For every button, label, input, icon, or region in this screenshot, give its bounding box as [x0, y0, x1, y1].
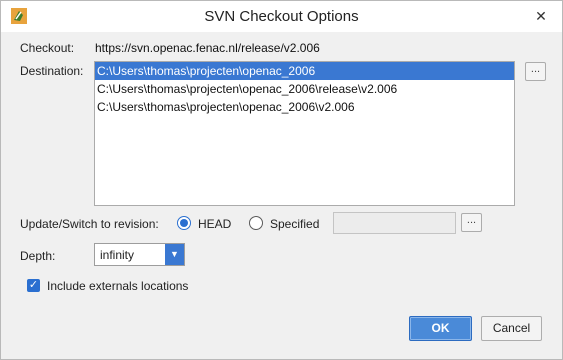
depth-label: Depth: — [20, 249, 56, 263]
depth-value: infinity — [100, 248, 135, 262]
include-externals-label: Include externals locations — [47, 279, 189, 293]
depth-select[interactable]: infinity ▼ — [94, 243, 185, 266]
ellipsis-icon: ... — [530, 63, 541, 75]
revision-input[interactable] — [333, 212, 456, 234]
destination-item[interactable]: C:\Users\thomas\projecten\openac_2006\v2… — [95, 98, 514, 116]
ok-button[interactable]: OK — [409, 316, 472, 341]
include-externals-checkbox[interactable]: ✓ — [27, 279, 40, 292]
chevron-down-icon: ▼ — [165, 244, 184, 265]
checkout-label: Checkout: — [20, 41, 75, 55]
revision-label: Update/Switch to revision: — [20, 217, 159, 231]
destination-item[interactable]: C:\Users\thomas\projecten\openac_2006 — [95, 62, 514, 80]
close-button[interactable]: ✕ — [531, 7, 551, 25]
head-label: HEAD — [198, 217, 232, 231]
browse-destination-button[interactable]: ... — [525, 62, 546, 81]
destination-list[interactable]: C:\Users\thomas\projecten\openac_2006 C:… — [94, 61, 515, 206]
check-icon: ✓ — [28, 279, 39, 291]
specified-label: Specified — [270, 217, 320, 231]
dialog-title: SVN Checkout Options — [204, 8, 359, 25]
destination-label: Destination: — [20, 64, 84, 78]
browse-revision-button[interactable]: ... — [461, 213, 482, 232]
destination-item[interactable]: C:\Users\thomas\projecten\openac_2006\re… — [95, 80, 514, 98]
specified-radio[interactable] — [249, 216, 263, 230]
svn-checkout-dialog: SVN Checkout Options ✕ Checkout: https:/… — [0, 0, 563, 360]
checkout-url: https://svn.openac.fenac.nl/release/v2.0… — [95, 41, 320, 55]
head-radio[interactable] — [177, 216, 191, 230]
title-bar: SVN Checkout Options ✕ — [1, 1, 562, 32]
close-icon: ✕ — [535, 8, 547, 24]
cancel-button[interactable]: Cancel — [481, 316, 542, 341]
ellipsis-icon: ... — [466, 214, 477, 226]
